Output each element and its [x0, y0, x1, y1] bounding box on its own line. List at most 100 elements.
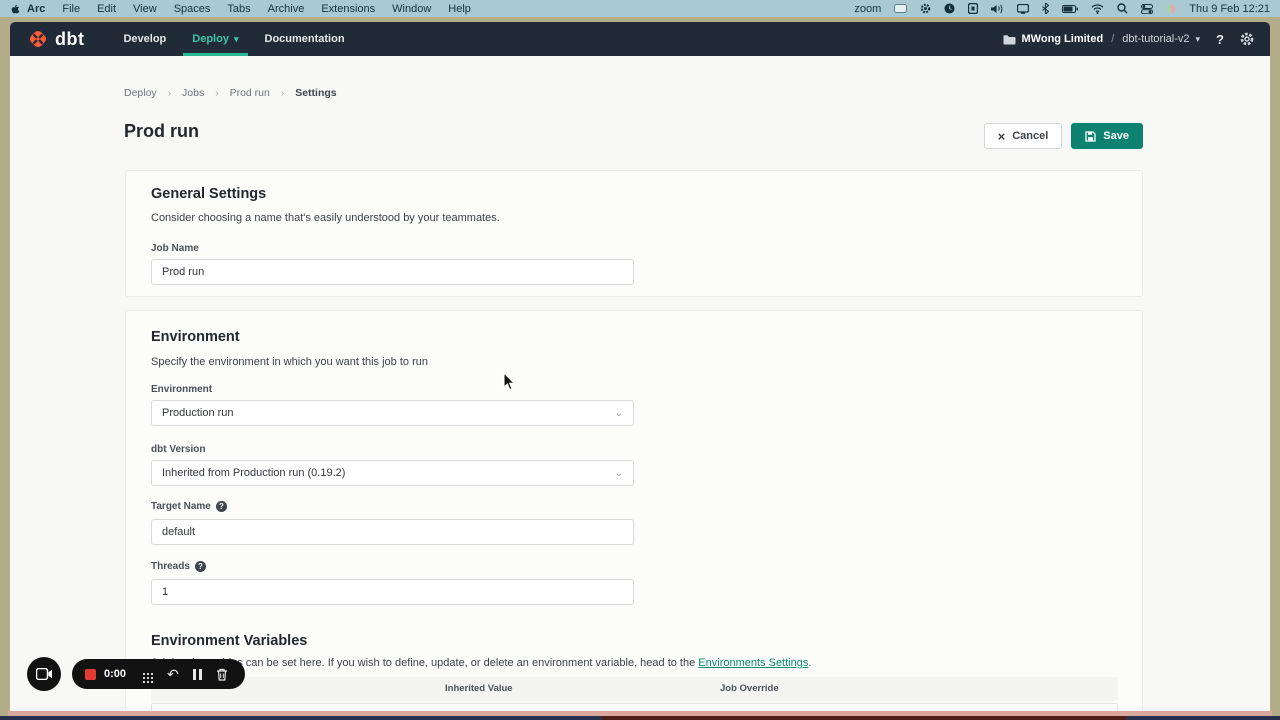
account-separator: / — [1111, 33, 1114, 45]
status-dot-icon[interactable] — [1166, 4, 1176, 14]
menubar-clock[interactable]: Thu 9 Feb 12:21 — [1189, 3, 1270, 15]
display-icon[interactable] — [1017, 4, 1029, 14]
gear-menubar-icon[interactable] — [920, 3, 931, 14]
chevron-down-icon: ⌄ — [615, 468, 623, 479]
apple-icon[interactable] — [10, 3, 21, 14]
menubar-status-area: zoom Thu 9 Feb 12:21 — [854, 3, 1270, 15]
save-button[interactable]: Save — [1071, 123, 1143, 149]
pause-icon[interactable] — [193, 669, 202, 680]
clock-status-icon[interactable] — [944, 3, 955, 14]
menu-file[interactable]: File — [62, 3, 80, 15]
column-inherited-value: Inherited Value — [445, 677, 513, 701]
environments-settings-link[interactable]: Environments Settings — [698, 657, 808, 669]
general-settings-description: Consider choosing a name that's easily u… — [151, 212, 500, 224]
project-name: dbt-tutorial-v2 — [1122, 33, 1189, 45]
page-title: Prod run — [124, 121, 199, 142]
cancel-button[interactable]: × Cancel — [984, 123, 1063, 149]
settings-page: Deploy › Jobs › Prod run › Settings Prod… — [10, 56, 1270, 711]
threads-input[interactable] — [151, 579, 634, 605]
dbt-brand-text: dbt — [55, 29, 84, 50]
chevron-down-icon: ▾ — [1196, 35, 1201, 44]
save-icon — [1085, 131, 1096, 142]
menu-spaces[interactable]: Spaces — [174, 3, 211, 15]
menu-extensions[interactable]: Extensions — [321, 3, 375, 15]
desktop-strip — [0, 716, 1280, 720]
environment-label: Environment — [151, 384, 212, 395]
chevron-down-icon: ⌄ — [615, 408, 623, 419]
battery-icon[interactable] — [1062, 5, 1078, 13]
environment-description: Specify the environment in which you wan… — [151, 356, 428, 368]
env-vars-table-row[interactable] — [151, 703, 1118, 711]
menu-help[interactable]: Help — [448, 3, 471, 15]
job-name-label: Job Name — [151, 243, 199, 254]
env-vars-table-header: Inherited Value Job Override — [151, 677, 1118, 701]
dbt-logo-icon — [28, 29, 48, 49]
nav-right-cluster: MWong Limited / dbt-tutorial-v2 ▾ ? — [1003, 32, 1255, 47]
recording-time: 0:00 — [104, 668, 126, 680]
menu-arc[interactable]: Arc — [27, 3, 45, 15]
app-box-icon[interactable] — [968, 3, 978, 14]
menu-tabs[interactable]: Tabs — [227, 3, 250, 15]
account-project-switcher[interactable]: MWong Limited / dbt-tutorial-v2 ▾ — [1003, 33, 1201, 45]
volume-icon[interactable] — [991, 4, 1004, 14]
stop-record-button[interactable] — [85, 669, 96, 680]
breadcrumb-prod-run[interactable]: Prod run — [230, 87, 270, 99]
nav-links: Develop Deploy ▾ Documentation — [110, 22, 357, 56]
menu-window[interactable]: Window — [392, 3, 431, 15]
environment-heading: Environment — [151, 329, 240, 345]
nav-tab-deploy[interactable]: Deploy ▾ — [179, 22, 251, 56]
general-settings-card: General Settings Consider choosing a nam… — [125, 170, 1143, 297]
breadcrumb: Deploy › Jobs › Prod run › Settings — [124, 87, 337, 99]
trash-icon[interactable] — [216, 668, 228, 681]
camera-icon — [36, 668, 53, 680]
menu-edit[interactable]: Edit — [97, 3, 116, 15]
threads-label: Threads ? — [151, 561, 206, 572]
menubar-menus: Arc File Edit View Spaces Tabs Archive E… — [27, 3, 471, 15]
browser-window: dbt Develop Deploy ▾ Documentation MWong… — [10, 22, 1270, 711]
general-settings-heading: General Settings — [151, 186, 266, 202]
chevron-down-icon: ▾ — [234, 35, 239, 44]
breadcrumb-deploy[interactable]: Deploy — [124, 87, 157, 99]
macos-menubar: Arc File Edit View Spaces Tabs Archive E… — [0, 0, 1280, 17]
gear-icon[interactable] — [1240, 32, 1254, 46]
dbt-version-select[interactable]: Inherited from Production run (0.19.2) ⌄ — [151, 460, 634, 486]
bluetooth-icon[interactable] — [1042, 3, 1049, 14]
dbt-version-label: dbt Version — [151, 444, 205, 455]
control-center-icon[interactable] — [1141, 4, 1153, 14]
close-icon: × — [998, 130, 1006, 143]
page-actions: × Cancel Save — [984, 123, 1143, 149]
breadcrumb-jobs[interactable]: Jobs — [182, 87, 204, 99]
grid-options-icon[interactable] — [143, 673, 145, 675]
dbt-navbar: dbt Develop Deploy ▾ Documentation MWong… — [10, 22, 1270, 56]
breadcrumb-separator-icon: › — [281, 88, 284, 99]
breadcrumb-separator-icon: › — [168, 88, 171, 99]
help-circle-icon[interactable]: ? — [195, 561, 206, 572]
job-name-input[interactable] — [151, 259, 634, 285]
spotlight-search-icon[interactable] — [1117, 3, 1128, 14]
nav-tab-documentation[interactable]: Documentation — [252, 22, 358, 56]
menu-view[interactable]: View — [133, 3, 157, 15]
zoom-app-label[interactable]: zoom — [854, 3, 881, 15]
column-job-override: Job Override — [720, 677, 779, 701]
wifi-icon[interactable] — [1091, 4, 1104, 14]
environment-variables-heading: Environment Variables — [151, 633, 307, 649]
account-name: MWong Limited — [1022, 33, 1104, 45]
help-icon[interactable]: ? — [1216, 32, 1224, 47]
screen-share-icon[interactable] — [894, 4, 907, 13]
undo-icon[interactable]: ↶ — [167, 667, 179, 681]
menu-archive[interactable]: Archive — [268, 3, 305, 15]
environment-select[interactable]: Production run ⌄ — [151, 400, 634, 426]
recorder-camera-button[interactable] — [27, 657, 61, 691]
recorder-toolbar: 0:00 ↶ — [72, 659, 245, 689]
help-circle-icon[interactable]: ? — [216, 501, 227, 512]
folder-icon — [1003, 34, 1016, 45]
breadcrumb-settings[interactable]: Settings — [295, 87, 336, 99]
environment-card: Environment Specify the environment in w… — [125, 310, 1143, 711]
recorder-controls: ↶ — [143, 667, 228, 681]
environment-variables-description: Job level overrides can be set here. If … — [151, 657, 811, 669]
target-name-input[interactable] — [151, 519, 634, 545]
target-name-label: Target Name ? — [151, 501, 227, 512]
dbt-logo[interactable]: dbt — [28, 29, 84, 50]
breadcrumb-separator-icon: › — [215, 88, 218, 99]
nav-tab-develop[interactable]: Develop — [110, 22, 179, 56]
